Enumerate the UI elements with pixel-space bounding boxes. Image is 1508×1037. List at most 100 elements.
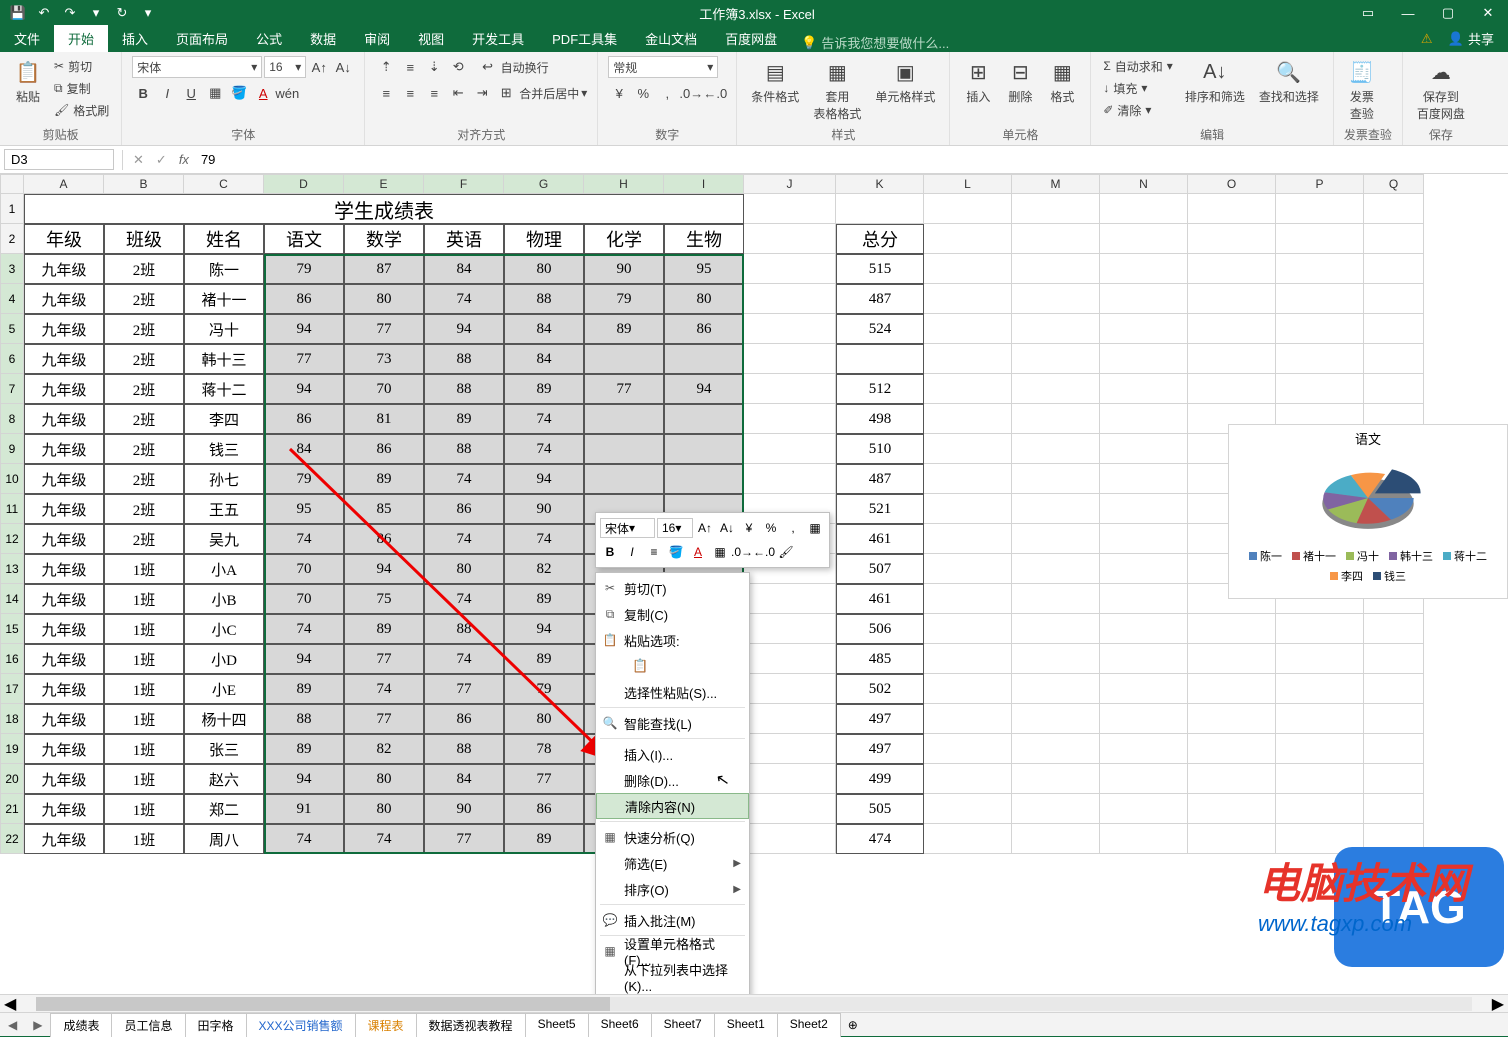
cell-blank[interactable] [744, 734, 836, 764]
data-cell[interactable] [664, 344, 744, 374]
row-header-3[interactable]: 3 [0, 254, 24, 284]
cell-blank[interactable] [924, 374, 1012, 404]
cell-blank[interactable] [1276, 704, 1364, 734]
cell-blank[interactable] [1188, 314, 1276, 344]
data-cell[interactable]: 89 [504, 644, 584, 674]
cancel-formula-icon[interactable]: ✕ [127, 152, 150, 168]
cell-blank[interactable] [1100, 374, 1188, 404]
cell-blank[interactable] [1276, 794, 1364, 824]
cell-blank[interactable] [1276, 734, 1364, 764]
data-cell[interactable]: 94 [504, 464, 584, 494]
data-cell[interactable]: 86 [424, 704, 504, 734]
undo-icon[interactable]: ↶ [34, 3, 54, 23]
orientation-icon[interactable]: ⟲ [447, 56, 469, 78]
phonetic-button[interactable]: wén [276, 82, 298, 104]
cell-blank[interactable] [1012, 314, 1100, 344]
cell-blank[interactable] [1012, 674, 1100, 704]
cm-quick-analyze[interactable]: ▦快速分析(Q) [596, 824, 749, 850]
mini-italic-icon[interactable]: I [622, 542, 642, 562]
align-bottom-icon[interactable]: ⇣ [423, 56, 445, 78]
tab-wps[interactable]: 金山文档 [631, 25, 711, 52]
bold-button[interactable]: B [132, 82, 154, 104]
data-cell[interactable]: 1班 [104, 644, 184, 674]
data-cell[interactable]: 九年级 [24, 254, 104, 284]
data-cell[interactable]: 74 [264, 614, 344, 644]
tab-pdf[interactable]: PDF工具集 [538, 25, 631, 52]
data-cell[interactable]: 九年级 [24, 614, 104, 644]
data-cell[interactable]: 2班 [104, 434, 184, 464]
delete-cells-button[interactable]: ⊟删除 [1002, 56, 1038, 107]
data-cell[interactable]: 79 [264, 464, 344, 494]
tab-insert[interactable]: 插入 [108, 25, 162, 52]
sheet-tab[interactable]: Sheet1 [714, 1013, 778, 1037]
row-header-13[interactable]: 13 [0, 554, 24, 584]
data-cell[interactable]: 94 [264, 764, 344, 794]
mini-fill-icon[interactable]: 🪣 [666, 542, 686, 562]
data-cell[interactable]: 75 [344, 584, 424, 614]
data-cell[interactable]: 77 [344, 644, 424, 674]
cell-blank[interactable] [1188, 704, 1276, 734]
data-cell[interactable]: 九年级 [24, 584, 104, 614]
col-header-E[interactable]: E [344, 174, 424, 194]
cell-blank[interactable] [924, 554, 1012, 584]
cell-blank[interactable] [1100, 194, 1188, 224]
cell-blank[interactable] [744, 704, 836, 734]
cell-blank[interactable] [1364, 344, 1424, 374]
header-cell[interactable]: 物理 [504, 224, 584, 254]
sheet-tab[interactable]: XXX公司销售额 [246, 1013, 356, 1037]
cell-blank[interactable] [1012, 794, 1100, 824]
col-header-I[interactable]: I [664, 174, 744, 194]
dec-decimal-icon[interactable]: ←.0 [704, 82, 726, 104]
cell-blank[interactable] [1012, 764, 1100, 794]
row-header-9[interactable]: 9 [0, 434, 24, 464]
tab-file[interactable]: 文件 [0, 25, 54, 52]
cm-paste-icon-row[interactable]: 📋 [596, 653, 749, 679]
cell-blank[interactable] [924, 194, 1012, 224]
fill-color-button[interactable]: 🪣 [228, 82, 250, 104]
data-cell[interactable]: 506 [836, 614, 924, 644]
cell-blank[interactable] [744, 344, 836, 374]
cm-dropdown-pick[interactable]: 从下拉列表中选择(K)... [596, 964, 749, 990]
col-header-M[interactable]: M [1012, 174, 1100, 194]
data-cell[interactable]: 九年级 [24, 434, 104, 464]
col-header-H[interactable]: H [584, 174, 664, 194]
underline-button[interactable]: U [180, 82, 202, 104]
cell-blank[interactable] [744, 374, 836, 404]
data-cell[interactable]: 77 [424, 824, 504, 854]
data-cell[interactable]: 74 [504, 434, 584, 464]
data-cell[interactable]: 1班 [104, 554, 184, 584]
qat-more2-icon[interactable]: ▾ [138, 3, 158, 23]
sheet-nav-next-icon[interactable]: ▶ [25, 1018, 50, 1032]
data-cell[interactable]: 1班 [104, 764, 184, 794]
sheet-tab[interactable]: 员工信息 [111, 1013, 185, 1037]
sheet-tab[interactable]: 数据透视表教程 [416, 1013, 526, 1037]
data-cell[interactable]: 74 [344, 674, 424, 704]
data-cell[interactable]: 86 [264, 284, 344, 314]
cell-blank[interactable] [924, 494, 1012, 524]
cell-blank[interactable] [744, 434, 836, 464]
data-cell[interactable]: 461 [836, 524, 924, 554]
cm-copy[interactable]: ⧉复制(C) [596, 601, 749, 627]
align-left-icon[interactable]: ≡ [375, 82, 397, 104]
save-baidu-button[interactable]: ☁保存到 百度网盘 [1413, 56, 1469, 124]
cell-blank[interactable] [1012, 284, 1100, 314]
currency-icon[interactable]: ¥ [608, 82, 630, 104]
minimize-icon[interactable]: — [1388, 0, 1428, 26]
mini-dec-font-icon[interactable]: A↓ [717, 518, 737, 538]
cell-blank[interactable] [1276, 764, 1364, 794]
share-button[interactable]: ⚠ 👤共享 [1407, 25, 1508, 52]
cell-blank[interactable] [1012, 644, 1100, 674]
row-header-11[interactable]: 11 [0, 494, 24, 524]
cell-blank[interactable] [924, 644, 1012, 674]
cell-blank[interactable] [1100, 614, 1188, 644]
cm-insert-comment[interactable]: 💬插入批注(M) [596, 907, 749, 933]
data-cell[interactable]: 77 [504, 764, 584, 794]
qat-more-icon[interactable]: ↻ [112, 3, 132, 23]
data-cell[interactable]: 1班 [104, 674, 184, 704]
row-header-8[interactable]: 8 [0, 404, 24, 434]
cell-blank[interactable] [744, 224, 836, 254]
data-cell[interactable]: 九年级 [24, 644, 104, 674]
paste-default-icon[interactable]: 📋 [632, 658, 648, 674]
data-cell[interactable]: 82 [504, 554, 584, 584]
font-color-button[interactable]: A [252, 82, 274, 104]
